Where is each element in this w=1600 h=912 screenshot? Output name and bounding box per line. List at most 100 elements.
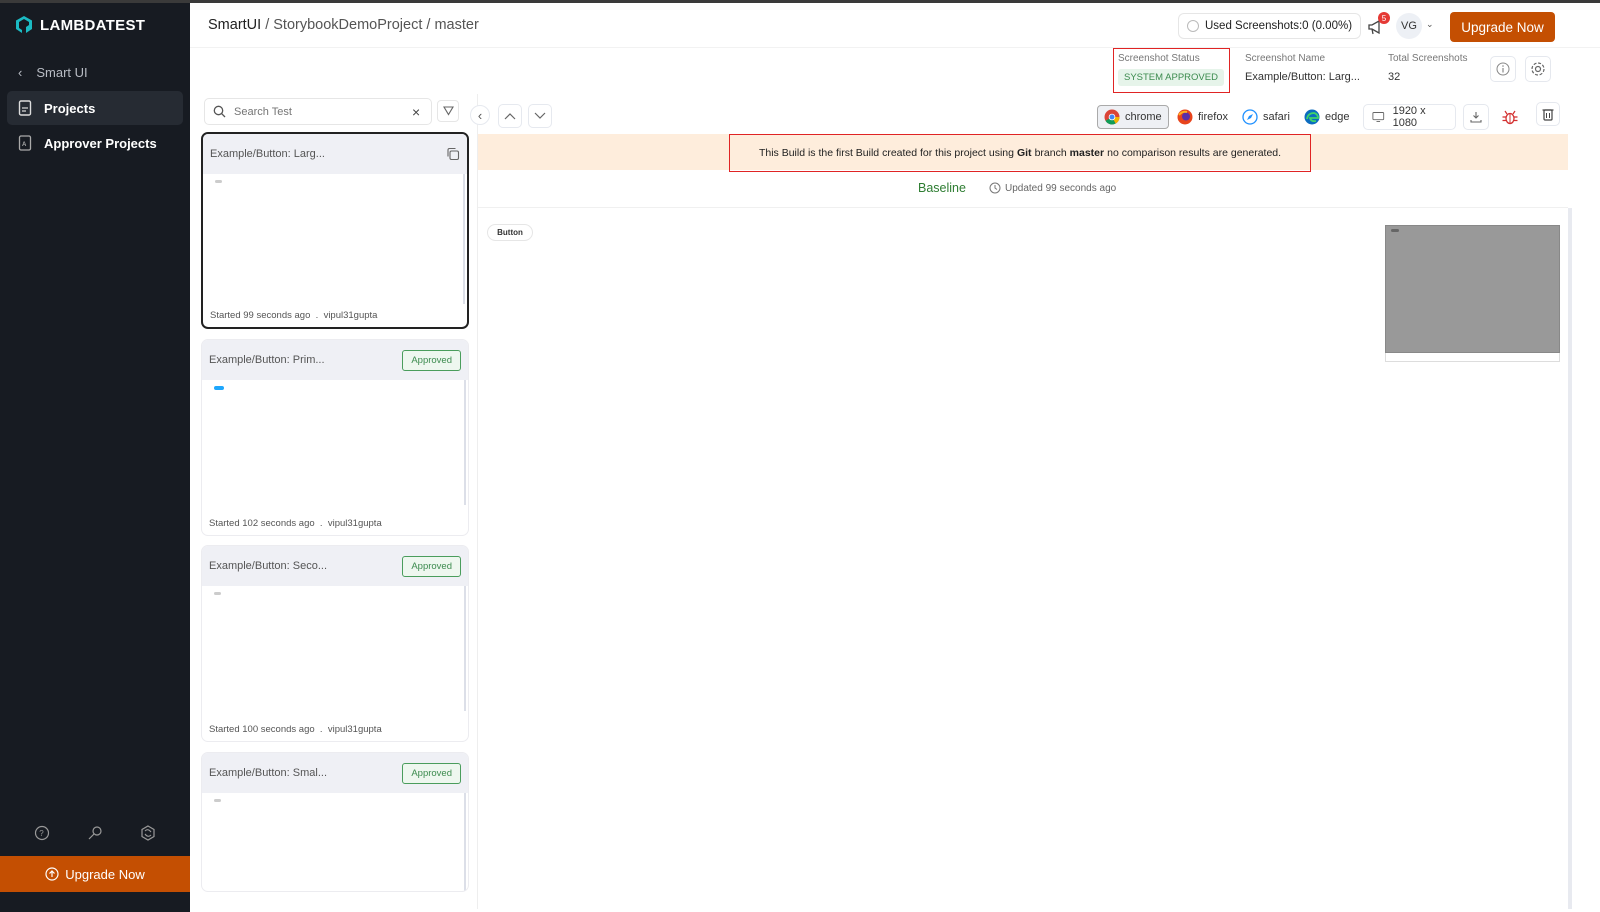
svg-text:?: ? [40,829,45,838]
status-badge: SYSTEM APPROVED [1118,69,1224,86]
avatar[interactable]: VG [1396,13,1422,39]
banner-text: branch [1034,147,1067,159]
browser-tab-edge[interactable]: edge [1298,105,1355,129]
started-time: Started 99 seconds ago [210,310,311,321]
resolution-value: 1920 x 1080 [1392,105,1426,129]
help-icon[interactable]: ? [32,823,52,843]
test-card-thumbnail[interactable] [202,380,466,505]
test-list-panel: × Example/Button: Larg... Started 99 sec… [190,94,478,909]
upgrade-now-button[interactable]: Upgrade Now [1450,12,1555,42]
search-input[interactable] [234,105,404,118]
download-icon [1470,112,1482,123]
settings-button[interactable] [1525,56,1551,82]
resolution-selector[interactable]: 1920 x 1080 [1363,104,1456,130]
comparison-toolbar: ‹ chrome firefox safari edge 1920 x 1080 [470,94,1600,134]
banner-branch: master [1069,147,1105,159]
status-label: Screenshot Status [1118,53,1200,64]
browser-label: safari [1263,111,1290,123]
brand-name: LAMBDATEST [40,16,146,34]
browser-tab-firefox[interactable]: firefox [1171,105,1234,129]
chevron-left-icon: ‹ [477,107,483,123]
banner-text: This Build is the first Build created fo… [758,147,1014,159]
sidebar-bottom-icons: ? [0,823,190,843]
updated-time: Updated 99 seconds ago [989,182,1116,194]
report-bug-button[interactable] [1499,106,1521,128]
monitor-icon [1372,112,1385,122]
back-label: Smart UI [36,65,88,80]
filter-button[interactable] [437,100,459,122]
first-build-banner: This Build is the first Build created fo… [478,134,1568,172]
approved-badge: Approved [402,555,461,577]
download-button[interactable] [1463,104,1489,130]
safari-icon [1242,109,1258,125]
sidebar-item-approver-projects[interactable]: A Approver Projects [7,126,183,160]
delete-button[interactable] [1536,102,1560,126]
test-card-meta: Started 99 seconds ago . vipul31gupta [210,310,378,321]
previous-screenshot-button[interactable] [498,104,522,128]
test-card-thumbnail[interactable] [203,174,465,304]
next-screenshot-button[interactable] [528,104,552,128]
svg-text:A: A [22,142,27,148]
approver-document-icon: A [18,135,32,151]
breadcrumb: SmartUI / StorybookDemoProject / master [208,17,479,33]
user-name: vipul31gupta [323,310,378,321]
sidebar-item-label: Approver Projects [44,135,157,151]
info-icon [1496,62,1510,76]
bug-icon [1502,110,1518,125]
sidebar-bottom [0,892,190,912]
banner-git: Git [1016,147,1032,159]
brand-logo[interactable]: LAMBDATEST [14,15,145,35]
copy-icon[interactable] [446,147,460,161]
integrations-icon[interactable] [138,823,158,843]
gear-icon [1531,62,1545,76]
browser-tab-chrome[interactable]: chrome [1097,105,1169,129]
total-label: Total Screenshots [1388,53,1468,64]
minimap-thumbnail[interactable] [1385,225,1560,353]
browser-tab-safari[interactable]: safari [1236,105,1296,129]
used-screenshots-indicator[interactable]: Used Screenshots:0 (0.00%) [1178,13,1362,39]
test-card-thumbnail[interactable] [202,586,466,711]
sidebar: LAMBDATEST ‹ Smart UI Projects A Approve… [0,3,190,912]
info-button[interactable] [1490,56,1516,82]
started-time: Started 102 seconds ago [209,518,315,529]
screenshot-info-bar: Screenshot Status SYSTEM APPROVED Screen… [190,48,1600,94]
banner-text: no comparison results are generated. [1107,147,1282,159]
browser-label: firefox [1198,111,1228,123]
user-name: vipul31gupta [327,724,382,735]
search-box: × [204,98,432,125]
test-card[interactable]: Example/Button: Smal... Approved [201,752,469,892]
lambdatest-logo-icon [16,16,32,33]
used-screenshots-text: Used Screenshots:0 (0.00%) [1205,20,1353,32]
clear-search-icon[interactable]: × [412,104,420,120]
sidebar-upgrade-button[interactable]: Upgrade Now [0,856,190,892]
breadcrumb-root[interactable]: SmartUI [208,17,261,33]
screenshot-name: Screenshot Name Example/Button: Larg... [1245,53,1360,83]
back-to-smart-ui[interactable]: ‹ Smart UI [18,65,88,80]
baseline-screenshot-canvas[interactable]: Button [478,208,1568,909]
clock-icon [989,182,1001,194]
thumbnail-button-preview [214,592,221,595]
collapse-panel-button[interactable]: ‹ [470,105,490,125]
test-card-title: Example/Button: Larg... [210,148,325,160]
test-card-thumbnail[interactable] [202,793,466,891]
test-card[interactable]: Example/Button: Larg... Started 99 secon… [201,132,469,329]
chevron-up-icon [504,113,516,120]
first-build-message: This Build is the first Build created fo… [729,134,1311,172]
updated-text: Updated 99 seconds ago [1005,182,1117,194]
thumbnail-button-preview [215,180,222,183]
test-card-meta: Started 102 seconds ago . vipul31gupta [209,518,382,529]
arrow-up-circle-icon [45,867,59,881]
minimap-footer [1385,353,1560,362]
rendered-button-preview: Button [487,224,533,241]
document-icon [18,100,32,116]
breadcrumb-project[interactable]: StorybookDemoProject [273,17,422,33]
chevron-down-icon[interactable]: ⌄ [1426,19,1434,30]
upgrade-label: Upgrade Now [65,866,145,882]
chevron-left-icon: ‹ [18,65,23,80]
sidebar-item-projects[interactable]: Projects [7,91,183,125]
total-screenshots: Total Screenshots 32 [1388,53,1468,83]
test-card-meta: Started 100 seconds ago . vipul31gupta [209,724,382,735]
key-icon[interactable] [85,823,105,843]
test-card[interactable]: Example/Button: Prim... Approved Started… [201,339,469,536]
test-card[interactable]: Example/Button: Seco... Approved Started… [201,545,469,742]
